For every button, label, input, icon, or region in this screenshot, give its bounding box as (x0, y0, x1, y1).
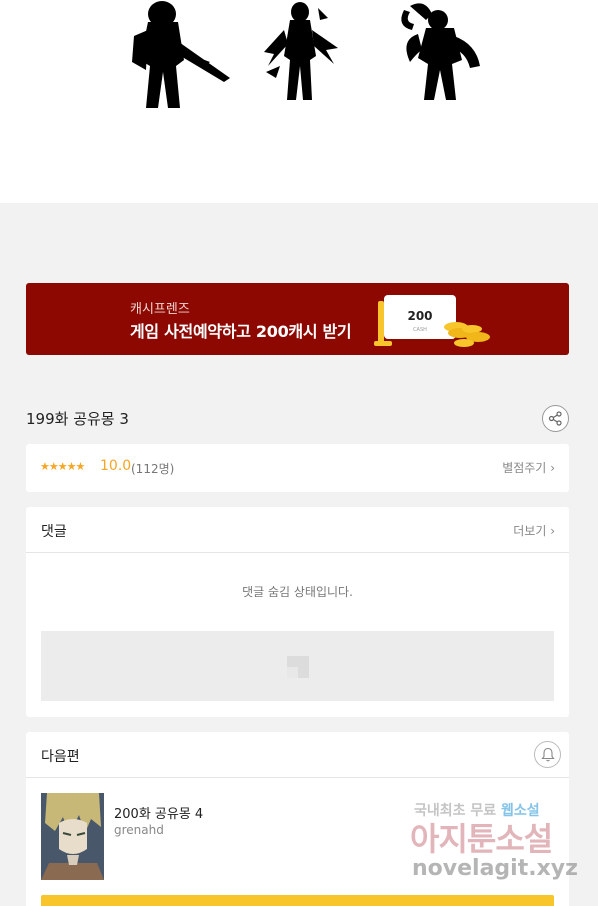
comments-card: 댓글 더보기 › 댓글 숨김 상태입니다. (26, 507, 569, 717)
banner-coin-amount: 200 (407, 309, 432, 323)
episode-title: 199화 공유몽 3 (26, 410, 129, 428)
next-episode-header: 다음편 (26, 732, 569, 778)
comments-more-label: 더보기 (513, 524, 547, 538)
share-icon (548, 411, 562, 426)
comments-hidden-message: 댓글 숨김 상태입니다. (242, 585, 353, 599)
rating-stars: ★★★★★ (40, 460, 85, 473)
next-episode-author: grenahd (114, 823, 164, 837)
rate-button-label: 별점주기 (502, 461, 547, 475)
comments-more-button[interactable]: 더보기 › (513, 522, 555, 539)
cash-coin-illustration: 200 CASH (374, 295, 490, 347)
notification-button[interactable] (534, 741, 561, 768)
webtoon-artwork (0, 0, 598, 203)
chevron-right-icon: › (550, 524, 555, 538)
rating-count: (112명) (131, 462, 175, 476)
next-episode-card: 다음편 200화 공유몽 4 grenahd (26, 732, 569, 906)
silhouette-figure-knight (132, 1, 230, 108)
next-episode-button[interactable] (41, 895, 554, 906)
rate-button[interactable]: 별점주기 › (502, 459, 555, 476)
cash-friends-banner[interactable]: 캐시프렌즈 게임 사전예약하고 200캐시 받기 200 CASH (26, 283, 569, 355)
silhouette-figure-hood (401, 3, 480, 100)
chevron-right-icon: › (550, 461, 555, 475)
bell-icon (540, 747, 555, 762)
rating-card: ★★★★★ 10.0 (112명) 별점주기 › (26, 444, 569, 492)
rating-score: 10.0 (100, 458, 132, 474)
banner-brand: 캐시프렌즈 (130, 302, 190, 317)
share-button[interactable] (542, 405, 569, 432)
silhouette-illustration (132, 1, 480, 108)
next-episode-thumbnail (41, 793, 104, 880)
silhouette-figure-claws (264, 2, 338, 100)
comments-label: 댓글 (41, 524, 67, 540)
image-placeholder-icon (287, 656, 309, 678)
next-episode-label: 다음편 (41, 749, 80, 765)
next-episode-item[interactable]: 200화 공유몽 4 grenahd (41, 793, 554, 881)
banner-coin-caption: CASH (413, 327, 427, 333)
ad-placeholder[interactable] (41, 631, 554, 701)
comments-header: 댓글 더보기 › (26, 507, 569, 553)
character-portrait (41, 793, 104, 880)
banner-headline: 게임 사전예약하고 200캐시 받기 (130, 322, 352, 341)
next-episode-title: 200화 공유몽 4 (114, 807, 204, 822)
